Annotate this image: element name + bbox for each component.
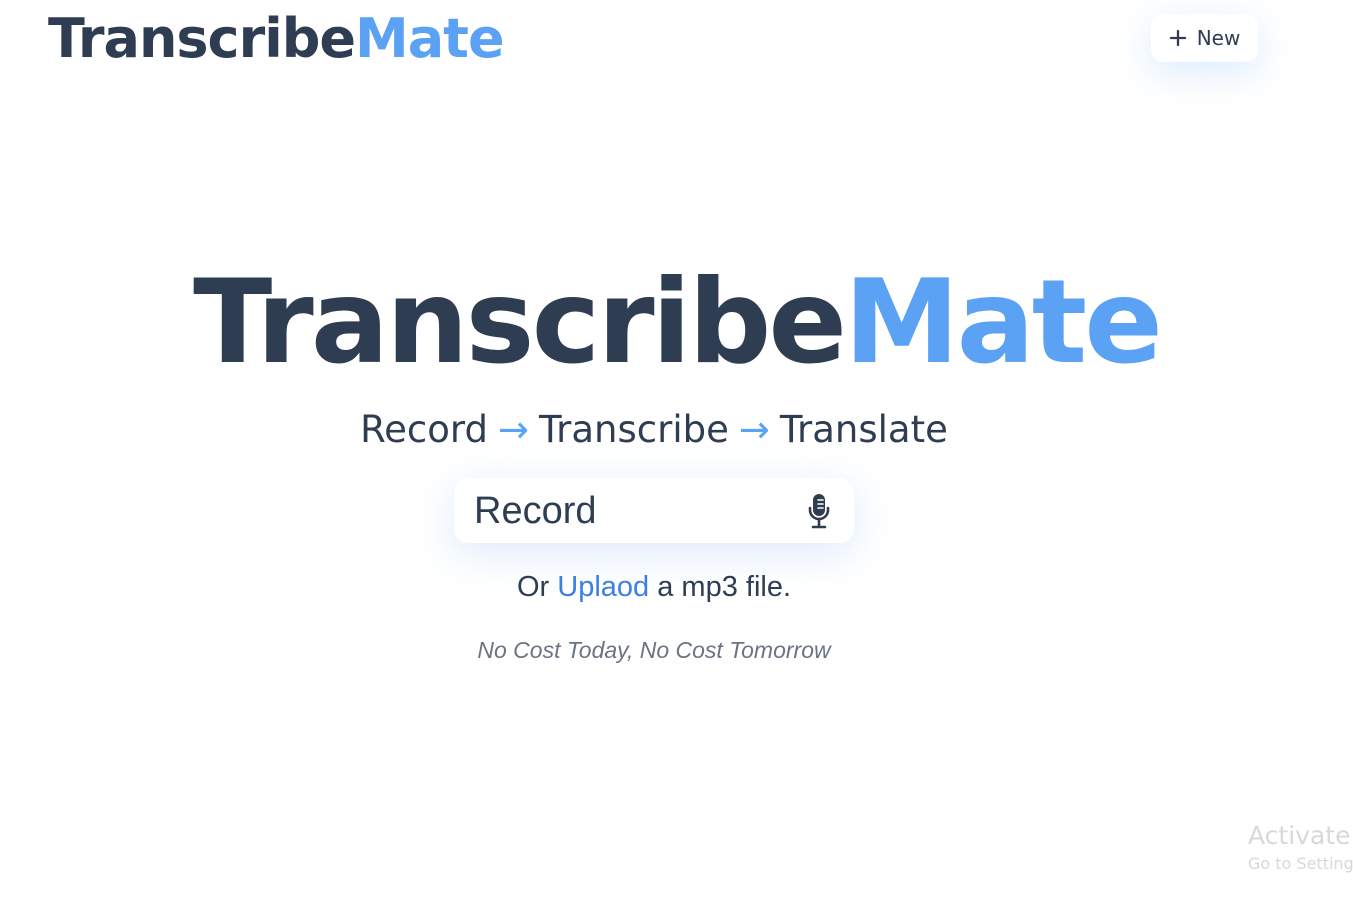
hero-title-prefix: Transcribe: [193, 255, 847, 390]
upload-link[interactable]: Uplaod: [557, 571, 649, 603]
upload-prompt-after: a mp3 file.: [649, 571, 792, 603]
plus-icon: [1169, 29, 1186, 47]
microphone-icon: [808, 493, 830, 528]
step-translate: Translate: [779, 408, 948, 451]
windows-activation-note: Go to Setting: [1248, 854, 1353, 873]
new-button[interactable]: New: [1151, 14, 1258, 62]
app-logo[interactable]: TranscribeMate: [48, 2, 505, 76]
step-transcribe: Transcribe: [538, 408, 729, 451]
step-record: Record: [360, 408, 488, 451]
arrow-icon: →: [497, 408, 529, 451]
arrow-icon: →: [738, 408, 770, 451]
record-button-label: Record: [474, 489, 597, 532]
logo-prefix: Transcribe: [48, 7, 356, 70]
upload-prompt-before: Or: [516, 571, 558, 603]
upload-prompt: Or Uplaod a mp3 file.: [0, 568, 1308, 606]
tagline: No Cost Today, No Cost Tomorrow: [477, 637, 831, 663]
record-button[interactable]: Record: [454, 478, 854, 543]
hero-title: TranscribeMate: [0, 258, 1353, 388]
new-button-label: New: [1196, 26, 1241, 50]
workflow-steps: Record → Transcribe → Translate: [0, 405, 1308, 455]
hero-title-suffix: Mate: [844, 255, 1163, 390]
windows-activation-title: Activate W: [1248, 821, 1353, 850]
logo-suffix: Mate: [355, 7, 505, 70]
